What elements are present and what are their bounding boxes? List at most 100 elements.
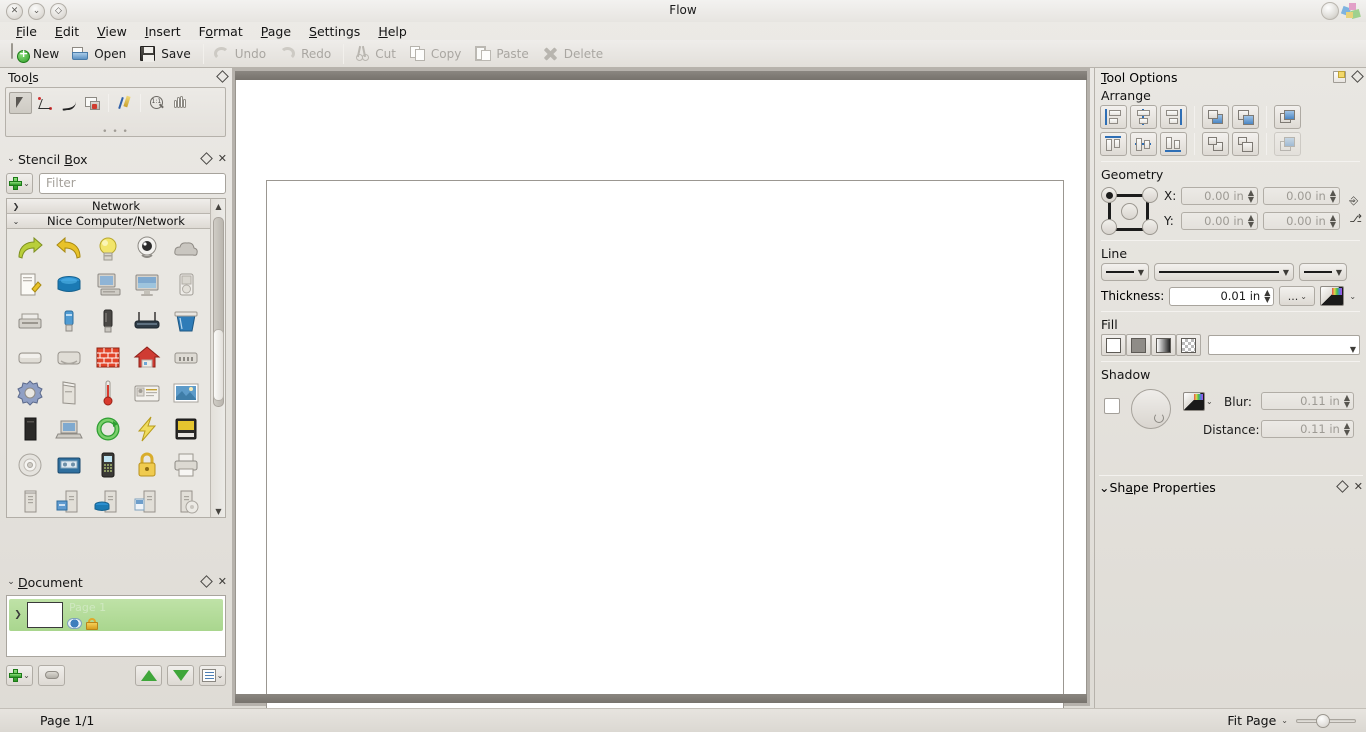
anchor-top-right[interactable] (1142, 187, 1158, 203)
geometry-y-input[interactable]: 0.00 in ▲ ▼ (1181, 212, 1258, 230)
stencil-category-network[interactable]: ❯ Network (7, 199, 225, 214)
send-backward-button[interactable] (1232, 105, 1259, 129)
anchor-top-left[interactable] (1101, 187, 1117, 203)
spinner-arrows-icon[interactable]: ▲ ▼ (1248, 189, 1254, 204)
thickness-input[interactable]: 0.01 in ▲ ▼ (1169, 286, 1275, 306)
stencil-item[interactable] (166, 339, 205, 375)
bring-to-front-button[interactable] (1202, 132, 1229, 156)
anchor-point-selector[interactable] (1101, 187, 1158, 235)
ungroup-button[interactable] (1274, 132, 1301, 156)
pin-icon[interactable] (1333, 71, 1346, 83)
send-to-back-button[interactable] (1232, 132, 1259, 156)
slider-knob[interactable] (1316, 713, 1330, 728)
stencil-item[interactable] (49, 303, 88, 339)
copy-button[interactable]: Copy (404, 42, 469, 65)
scroll-down-icon[interactable]: ▼ (211, 504, 225, 517)
stencil-item[interactable] (166, 447, 205, 483)
stencil-category-nice-computer-network[interactable]: ⌄ Nice Computer/Network (7, 214, 225, 229)
spinner-arrows-icon[interactable]: ▲ ▼ (1264, 289, 1270, 304)
menu-file[interactable]: File (7, 23, 46, 40)
align-center-horizontal-button[interactable] (1130, 105, 1157, 129)
stencil-item[interactable] (49, 339, 88, 375)
add-page-button[interactable]: ⌄ (6, 664, 33, 686)
stencil-item[interactable] (49, 483, 88, 517)
redo-button[interactable]: Redo (274, 42, 339, 65)
geometry-height-input[interactable]: 0.00 in ▲ ▼ (1263, 212, 1340, 230)
line-more-button[interactable]: ... ⌄ (1279, 286, 1316, 306)
stencil-item[interactable] (49, 447, 88, 483)
open-button[interactable]: Open (67, 42, 134, 65)
select-tool[interactable] (9, 92, 32, 114)
line-color-button[interactable] (1320, 286, 1345, 306)
fill-gradient-button[interactable] (1151, 334, 1176, 356)
scroll-up-icon[interactable]: ▲ (211, 199, 225, 214)
menu-help[interactable]: Help (369, 23, 416, 40)
stencil-item[interactable] (49, 375, 88, 411)
line-style-combo[interactable]: ▼ (1154, 263, 1294, 281)
document-page[interactable] (266, 180, 1064, 726)
close-icon[interactable]: ✕ (218, 152, 227, 165)
cut-button[interactable]: Cut (348, 42, 404, 65)
pan-tool[interactable] (169, 92, 192, 114)
connection-tool[interactable] (33, 92, 56, 114)
collapse-caret-icon[interactable]: ⌄ (4, 577, 18, 587)
stencil-item[interactable] (127, 411, 166, 447)
stencil-item[interactable] (166, 231, 205, 267)
fill-none-button[interactable] (1101, 334, 1126, 356)
page-list-options-button[interactable]: ⌄ (199, 664, 226, 686)
save-button[interactable]: Save (134, 42, 198, 65)
stencil-item[interactable] (10, 375, 49, 411)
stencil-filter-input[interactable]: Filter (39, 172, 226, 194)
shadow-distance-input[interactable]: 0.11 in ▲ ▼ (1261, 420, 1354, 438)
stencil-item[interactable] (127, 231, 166, 267)
stencil-item[interactable] (88, 375, 127, 411)
group-button[interactable] (1274, 105, 1301, 129)
stencil-item[interactable] (49, 231, 88, 267)
stencil-item[interactable] (166, 303, 205, 339)
align-left-button[interactable] (1100, 105, 1127, 129)
shadow-blur-input[interactable]: 0.11 in ▲ ▼ (1261, 392, 1354, 410)
undo-button[interactable]: Undo (208, 42, 274, 65)
shadow-enable-checkbox[interactable] (1104, 398, 1120, 414)
spinner-arrows-icon[interactable]: ▲ ▼ (1344, 394, 1350, 409)
stencil-item[interactable] (49, 411, 88, 447)
menu-format[interactable]: Format (190, 23, 252, 40)
stencil-icon-grid-wrapper[interactable] (7, 229, 211, 517)
anchor-bottom-left[interactable] (1101, 219, 1117, 235)
zoom-mode-selector[interactable]: Fit Page ⌄ (1227, 713, 1288, 728)
spinner-arrows-icon[interactable]: ▲ ▼ (1330, 189, 1336, 204)
menu-page[interactable]: Page (252, 23, 300, 40)
stencil-item[interactable] (88, 231, 127, 267)
chain-link-icon[interactable]: ⎆ (1349, 194, 1362, 208)
stencil-item[interactable] (127, 339, 166, 375)
spinner-arrows-icon[interactable]: ▲ ▼ (1248, 214, 1254, 229)
menu-edit[interactable]: Edit (46, 23, 88, 40)
fill-solid-button[interactable] (1126, 334, 1151, 356)
stencil-item[interactable] (10, 303, 49, 339)
add-stencil-button[interactable]: ⌄ (6, 172, 33, 194)
stencil-item[interactable] (88, 267, 127, 303)
bring-forward-button[interactable] (1202, 105, 1229, 129)
stencil-item[interactable] (10, 339, 49, 375)
line-marker-combo[interactable]: ▼ (1299, 263, 1347, 281)
stencil-item[interactable] (10, 267, 49, 303)
stencil-item[interactable] (166, 267, 205, 303)
menu-insert[interactable]: Insert (136, 23, 190, 40)
stencil-item[interactable] (88, 447, 127, 483)
dock-resize-grip[interactable]: • • • (102, 127, 129, 137)
geometry-width-input[interactable]: 0.00 in ▲ ▼ (1263, 187, 1340, 205)
eye-icon[interactable] (67, 618, 82, 629)
zoom-tool[interactable]: 1:1 (145, 92, 168, 114)
align-right-button[interactable] (1160, 105, 1187, 129)
stencil-item[interactable] (127, 375, 166, 411)
stencil-item[interactable] (88, 483, 127, 517)
stencil-item[interactable] (127, 447, 166, 483)
float-icon[interactable] (199, 575, 213, 588)
chevron-down-icon[interactable]: ⌄ (1349, 292, 1356, 301)
delete-button[interactable]: Delete (537, 42, 611, 65)
float-icon[interactable] (199, 152, 213, 165)
new-button[interactable]: New (6, 42, 67, 65)
float-icon[interactable] (1351, 70, 1364, 83)
stencil-item[interactable] (127, 483, 166, 517)
close-icon[interactable]: ✕ (218, 575, 227, 588)
